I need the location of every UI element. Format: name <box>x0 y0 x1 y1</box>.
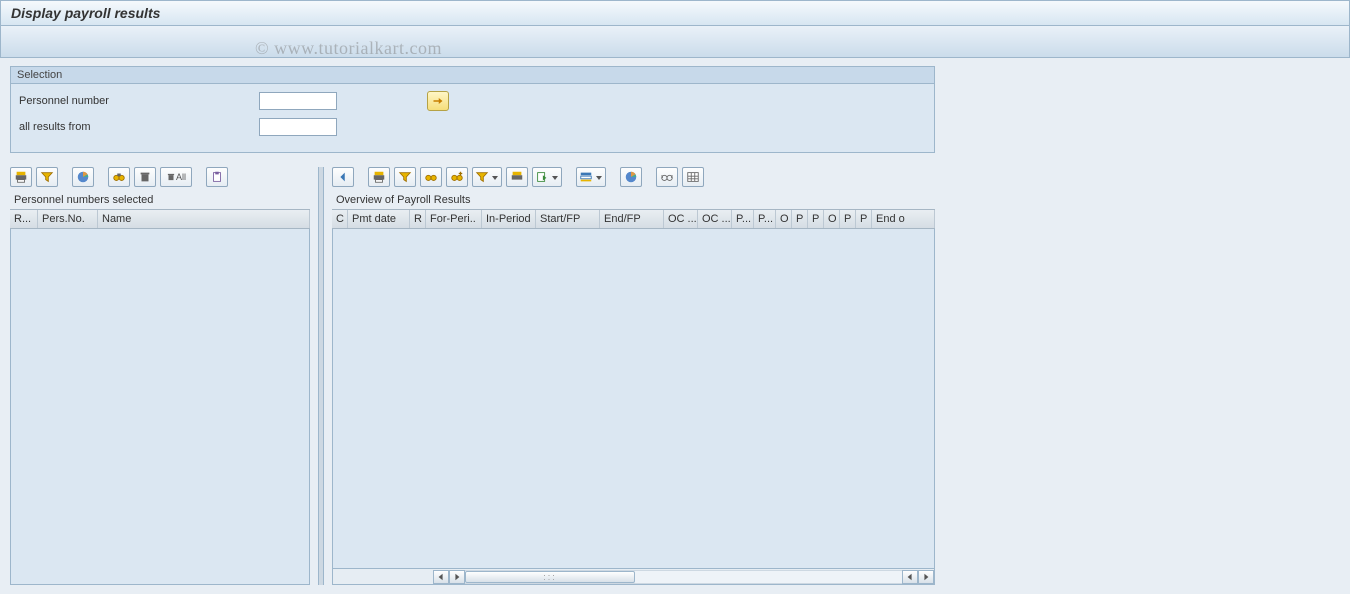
trash-icon <box>166 170 176 184</box>
pie-chart-icon <box>624 170 638 184</box>
right-toolbar <box>332 167 935 187</box>
binoculars-icon <box>112 170 126 184</box>
layout-button[interactable] <box>576 167 606 187</box>
horizontal-scrollbar: ::: <box>332 569 935 585</box>
arrow-right-icon <box>432 95 444 107</box>
binoculars-plus-icon <box>450 170 464 184</box>
binoculars-icon <box>424 170 438 184</box>
scroll-left-button[interactable] <box>433 570 449 584</box>
triangle-right-icon <box>922 573 930 581</box>
print-icon <box>14 170 28 184</box>
triangle-left-icon <box>906 573 914 581</box>
triangle-right-icon <box>453 573 461 581</box>
col-persno[interactable]: Pers.No. <box>38 210 98 228</box>
trash-icon <box>138 170 152 184</box>
display-log-button[interactable] <box>656 167 678 187</box>
find-button[interactable] <box>108 167 130 187</box>
page-title: Display payroll results <box>11 5 160 21</box>
splitter-handle[interactable] <box>318 167 324 585</box>
multiple-selection-button[interactable] <box>427 91 449 111</box>
pie-chart-icon <box>76 170 90 184</box>
back-button[interactable] <box>332 167 354 187</box>
print-button-r[interactable] <box>368 167 390 187</box>
right-grid-body <box>332 229 935 569</box>
triangle-left-icon <box>437 573 445 581</box>
delete-button[interactable] <box>134 167 156 187</box>
col-o2[interactable]: O <box>824 210 840 228</box>
delete-all-button[interactable]: All <box>160 167 192 187</box>
personnel-number-input[interactable] <box>259 92 337 110</box>
set-filter-button[interactable] <box>472 167 502 187</box>
right-grid-header: C Pmt date R For-Peri.. In-Period Start/… <box>332 209 935 229</box>
selection-header: Selection <box>11 67 934 84</box>
col-startfp[interactable]: Start/FP <box>536 210 600 228</box>
col-oc2[interactable]: OC ... <box>698 210 732 228</box>
scroll-right-button[interactable] <box>918 570 934 584</box>
col-forperi[interactable]: For-Peri.. <box>426 210 482 228</box>
find-button-r[interactable] <box>420 167 442 187</box>
col-p5[interactable]: P <box>840 210 856 228</box>
funnel-icon <box>475 170 489 184</box>
print-preview-button[interactable] <box>506 167 528 187</box>
col-o1[interactable]: O <box>776 210 792 228</box>
col-oc1[interactable]: OC ... <box>664 210 698 228</box>
col-endfp[interactable]: End/FP <box>600 210 664 228</box>
col-p2[interactable]: P... <box>754 210 776 228</box>
funnel-icon <box>40 170 54 184</box>
col-inperiod[interactable]: In-Period <box>482 210 536 228</box>
all-results-from-input[interactable] <box>259 118 337 136</box>
arrow-left-icon <box>336 170 350 184</box>
clipboard-button[interactable] <box>206 167 228 187</box>
all-results-from-label: all results from <box>19 121 259 133</box>
funnel-icon <box>398 170 412 184</box>
personnel-number-label: Personnel number <box>19 95 259 107</box>
personnel-numbers-panel: All Personnel numbers selected R... Pers… <box>10 167 310 585</box>
export-icon <box>535 170 549 184</box>
col-endo[interactable]: End o <box>872 210 935 228</box>
graphic-button-r[interactable] <box>620 167 642 187</box>
left-panel-title: Personnel numbers selected <box>10 191 310 209</box>
application-toolbar <box>0 26 1350 58</box>
filter-button[interactable] <box>36 167 58 187</box>
col-p1[interactable]: P... <box>732 210 754 228</box>
col-p3[interactable]: P <box>792 210 808 228</box>
page-title-bar: Display payroll results <box>0 0 1350 26</box>
col-p4[interactable]: P <box>808 210 824 228</box>
selection-group: Selection Personnel number all results f… <box>10 66 935 153</box>
table-icon <box>686 170 700 184</box>
table-button[interactable] <box>682 167 704 187</box>
layout-icon <box>579 170 593 184</box>
left-toolbar: All <box>10 167 310 187</box>
glasses-icon <box>660 170 674 184</box>
print-button[interactable] <box>10 167 32 187</box>
clipboard-icon <box>210 170 224 184</box>
col-r[interactable]: R... <box>10 210 38 228</box>
filter-button-r[interactable] <box>394 167 416 187</box>
print-icon <box>372 170 386 184</box>
left-grid-header: R... Pers.No. Name <box>10 209 310 229</box>
col-name[interactable]: Name <box>98 210 310 228</box>
col-p6[interactable]: P <box>856 210 872 228</box>
payroll-results-panel: Overview of Payroll Results C Pmt date R… <box>332 167 935 585</box>
graphic-button[interactable] <box>72 167 94 187</box>
col-r2[interactable]: R <box>410 210 426 228</box>
left-grid-body <box>10 229 310 585</box>
scroll-right-step-button[interactable] <box>449 570 465 584</box>
all-label: All <box>176 172 186 182</box>
print-icon <box>510 170 524 184</box>
find-next-button[interactable] <box>446 167 468 187</box>
scroll-left-step-button[interactable] <box>902 570 918 584</box>
col-c[interactable]: C <box>332 210 348 228</box>
col-pmtdate[interactable]: Pmt date <box>348 210 410 228</box>
scroll-track[interactable]: ::: <box>465 570 902 584</box>
export-button[interactable] <box>532 167 562 187</box>
scroll-thumb[interactable]: ::: <box>465 571 635 583</box>
right-panel-title: Overview of Payroll Results <box>332 191 935 209</box>
